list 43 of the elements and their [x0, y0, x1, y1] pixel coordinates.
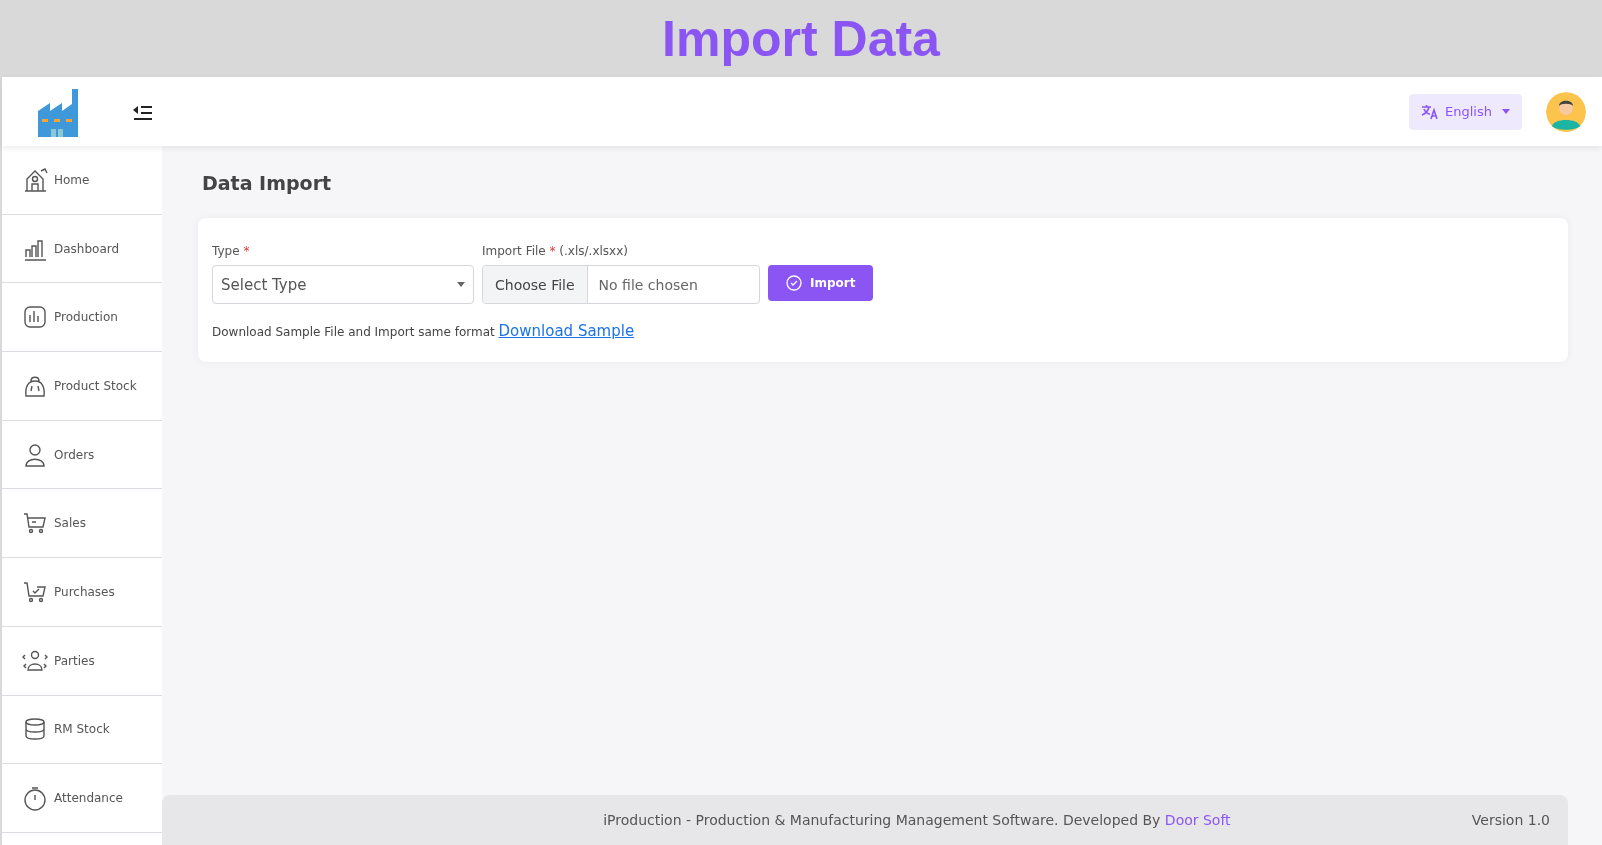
footer-text: iProduction - Production & Manufacturing Management Software. Developed By Door Soft — [602, 812, 1232, 828]
sidebar-label: Parties — [54, 653, 95, 668]
sidebar-label: Purchases — [54, 584, 115, 599]
sidebar-label: RM Stock — [54, 722, 110, 737]
sidebar-label: Product Stock — [54, 378, 137, 393]
sidebar-item[interactable]: Purchases — [2, 558, 162, 627]
translate-icon — [1421, 103, 1440, 120]
version-text: Version 1.0 — [1471, 812, 1550, 828]
sidebar-label: Attendance — [54, 791, 123, 806]
sidebar-label: Sales — [54, 516, 86, 531]
check-circle-icon — [786, 275, 802, 291]
file-input[interactable]: Choose File No file chosen — [482, 265, 760, 304]
sidebar-item[interactable]: Dashboard — [2, 214, 162, 284]
person-icon — [22, 441, 48, 468]
page-title: Data Import — [202, 172, 333, 194]
sidebar-label: Production — [54, 310, 118, 325]
database-icon — [22, 716, 48, 743]
sidebar-label: Home — [54, 172, 90, 187]
banner-title: Import Data — [662, 9, 940, 68]
field-label: Import File * (.xls/.xlsxx) — [482, 244, 629, 258]
caret-icon — [1502, 109, 1510, 114]
help-text: Download Sample File and Import same format Download Sample — [212, 322, 636, 340]
sidebar-item[interactable]: Orders — [2, 420, 162, 490]
sidebar-item[interactable]: Sales — [2, 489, 162, 559]
sidebar-label: Dashboard — [54, 241, 120, 256]
sidebar-item[interactable]: RM Stock — [2, 695, 162, 765]
import-button[interactable]: Import — [768, 265, 874, 301]
sidebar-label: Orders — [54, 447, 95, 462]
download-sample-link[interactable]: Download Sample — [498, 322, 635, 340]
sidebar-item[interactable]: Attendance — [2, 764, 162, 833]
avatar-icon[interactable] — [1546, 91, 1586, 132]
sidebar-item[interactable]: Home — [2, 146, 162, 215]
chart-icon — [22, 304, 48, 331]
caret-icon — [457, 282, 465, 287]
stopwatch-icon — [22, 785, 48, 812]
sidebar-item[interactable]: Production — [2, 283, 162, 353]
field-label: Type * — [212, 244, 251, 258]
sidebar-item[interactable]: Parties — [2, 626, 162, 696]
sidebar-item[interactable]: Product Stock — [2, 352, 162, 421]
house-icon — [22, 166, 48, 193]
language-dropdown[interactable]: English — [1409, 93, 1522, 130]
developer-link[interactable]: Door Soft — [1164, 812, 1231, 828]
type-select[interactable]: Select Type — [212, 265, 474, 304]
